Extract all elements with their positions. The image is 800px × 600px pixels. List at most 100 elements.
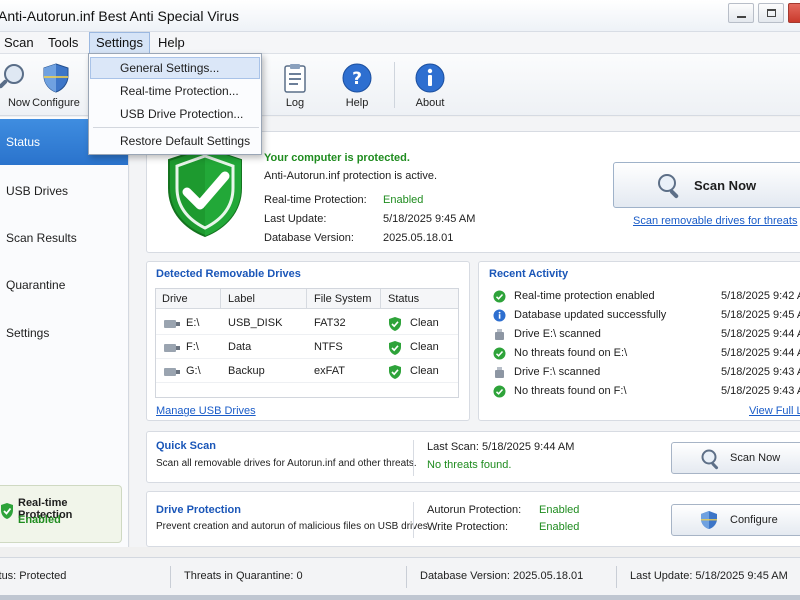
quick-scan-button-label: Scan Now xyxy=(730,452,781,464)
menu-separator xyxy=(93,127,259,128)
scan-now-big-button[interactable]: Scan Now xyxy=(613,162,800,208)
drive-fs: exFAT xyxy=(314,365,345,377)
activity-title: Recent Activity xyxy=(489,268,569,280)
about-toolbar-button[interactable]: About xyxy=(398,58,462,112)
shield-check-icon xyxy=(389,317,401,331)
menu-item-realtime-protection[interactable]: Real-time Protection... xyxy=(90,80,260,102)
drive-letter: E:\ xyxy=(186,317,200,329)
last-scan-text: Last Scan: 5/18/2025 9:44 AM xyxy=(427,441,575,453)
list-item: No threats found on F:\ 5/18/2025 9:43 A… xyxy=(491,383,800,401)
window-bottom-edge xyxy=(0,595,800,600)
menu-item-usb-drive-protection[interactable]: USB Drive Protection... xyxy=(90,103,260,125)
sidebar-item-quarantine[interactable]: Quarantine xyxy=(0,262,128,308)
drive-status: Clean xyxy=(410,365,439,377)
table-header: Drive Label File System Status xyxy=(156,289,458,309)
log-toolbar-button[interactable]: Log xyxy=(263,58,327,112)
check-icon xyxy=(493,290,506,303)
activity-text: Real-time protection enabled xyxy=(514,290,655,302)
sidebar-item-scan-results[interactable]: Scan Results xyxy=(0,215,128,261)
table-row[interactable]: F:\ Data NTFS Clean xyxy=(156,335,458,359)
list-item: Database updated successfully 5/18/2025 … xyxy=(491,307,800,325)
menu-help[interactable]: Help xyxy=(152,32,191,54)
menu-tools[interactable]: Tools xyxy=(42,32,84,54)
status-text: Status: Protected xyxy=(0,570,67,582)
info-icon xyxy=(415,63,445,93)
protection-label: Write Protection: xyxy=(427,521,509,533)
configure-button[interactable]: Configure xyxy=(671,504,800,536)
svg-text:?: ? xyxy=(352,69,362,89)
protected-shield-icon xyxy=(168,146,242,238)
manage-usb-link[interactable]: Manage USB Drives xyxy=(156,405,256,417)
drive-letter: G:\ xyxy=(186,365,201,377)
scan-removable-link[interactable]: Scan removable drives for threats xyxy=(633,215,797,227)
check-icon xyxy=(493,347,506,360)
list-item: Drive E:\ scanned 5/18/2025 9:44 AM xyxy=(491,326,800,344)
database-version: Database Version: 2025.05.18.01 xyxy=(420,570,584,582)
list-item: Real-time protection enabled 5/18/2025 9… xyxy=(491,288,800,306)
drive-protection-desc: Prevent creation and autorun of maliciou… xyxy=(156,521,431,532)
drive-label: USB_DISK xyxy=(228,317,283,329)
help-toolbar-button[interactable]: ? Help xyxy=(325,58,389,112)
minimize-button[interactable] xyxy=(728,3,754,23)
activity-text: No threats found on E:\ xyxy=(514,347,628,359)
panel-separator xyxy=(413,502,414,538)
menu-item-general-settings[interactable]: General Settings... xyxy=(90,57,260,79)
title-bar: Anti-Autorun.inf Best Anti Special Virus xyxy=(0,0,800,32)
protection-subline: Anti-Autorun.inf protection is active. xyxy=(264,170,438,182)
maximize-button[interactable] xyxy=(758,3,784,23)
status-label: Last Update: xyxy=(264,213,327,225)
menu-settings[interactable]: Settings xyxy=(89,32,150,54)
column-separator xyxy=(220,289,221,309)
drive-label: Backup xyxy=(228,365,265,377)
usb-icon xyxy=(495,367,504,378)
drives-table: Drive Label File System Status E:\ USB_D… xyxy=(155,288,459,398)
info-icon xyxy=(493,309,506,322)
activity-text: Drive F:\ scanned xyxy=(514,366,601,378)
column-header: File System xyxy=(314,293,372,305)
maximize-icon xyxy=(767,9,776,17)
status-value: 5/18/2025 9:45 AM xyxy=(383,213,476,225)
activity-time: 5/18/2025 9:45 AM xyxy=(721,309,800,321)
menu-item-restore-defaults[interactable]: Restore Default Settings xyxy=(90,130,260,152)
shield-icon xyxy=(701,511,717,529)
drive-fs: FAT32 xyxy=(314,317,346,329)
status-label: Real-time Protection: xyxy=(264,194,367,206)
drives-title: Detected Removable Drives xyxy=(156,268,301,280)
shield-icon xyxy=(43,63,69,93)
shield-check-icon xyxy=(389,341,401,355)
quick-scan-button[interactable]: Scan Now xyxy=(671,442,800,474)
close-button[interactable] xyxy=(788,3,800,23)
activity-text: No threats found on F:\ xyxy=(514,385,627,397)
sidebar-item-usb-drives[interactable]: USB Drives xyxy=(0,168,128,214)
shield-check-icon xyxy=(1,503,13,519)
sidebar-item-settings[interactable]: Settings xyxy=(0,310,128,356)
table-row[interactable]: G:\ Backup exFAT Clean xyxy=(156,359,458,383)
window-title: Anti-Autorun.inf Best Anti Special Virus xyxy=(0,8,239,24)
status-label: Database Version: xyxy=(264,232,354,244)
help-icon: ? xyxy=(342,63,372,93)
status-bar: Status: Protected Threats in Quarantine:… xyxy=(0,557,800,595)
status-separator xyxy=(170,566,171,588)
magnifier-icon xyxy=(658,174,679,199)
toolbar-separator xyxy=(394,62,395,108)
rtp-state: Enabled xyxy=(18,514,61,526)
configure-toolbar-button[interactable]: Configure xyxy=(24,58,88,112)
drives-panel: Detected Removable Drives Drive Label Fi… xyxy=(146,261,470,421)
settings-dropdown-menu: General Settings... Real-time Protection… xyxy=(88,53,262,155)
protection-value: Enabled xyxy=(539,521,580,533)
configure-button-label: Configure xyxy=(730,514,778,526)
scan-result-text: No threats found. xyxy=(427,459,512,471)
usb-drive-icon xyxy=(164,344,180,352)
realtime-protection-box: Real-time Protection Enabled xyxy=(0,485,122,543)
status-separator xyxy=(616,566,617,588)
toolbar-label: Configure xyxy=(32,97,80,109)
activity-time: 5/18/2025 9:44 AM xyxy=(721,328,800,340)
activity-time: 5/18/2025 9:43 AM xyxy=(721,385,800,397)
view-full-log-link[interactable]: View Full Log xyxy=(749,405,800,417)
menu-bar: Scan Tools Settings Help xyxy=(0,32,800,54)
last-update: Last Update: 5/18/2025 9:45 AM xyxy=(630,570,788,582)
magnifier-icon xyxy=(701,449,719,470)
menu-scan[interactable]: Scan xyxy=(0,32,40,54)
column-header: Status xyxy=(388,293,420,305)
table-row[interactable]: E:\ USB_DISK FAT32 Clean xyxy=(156,311,458,335)
